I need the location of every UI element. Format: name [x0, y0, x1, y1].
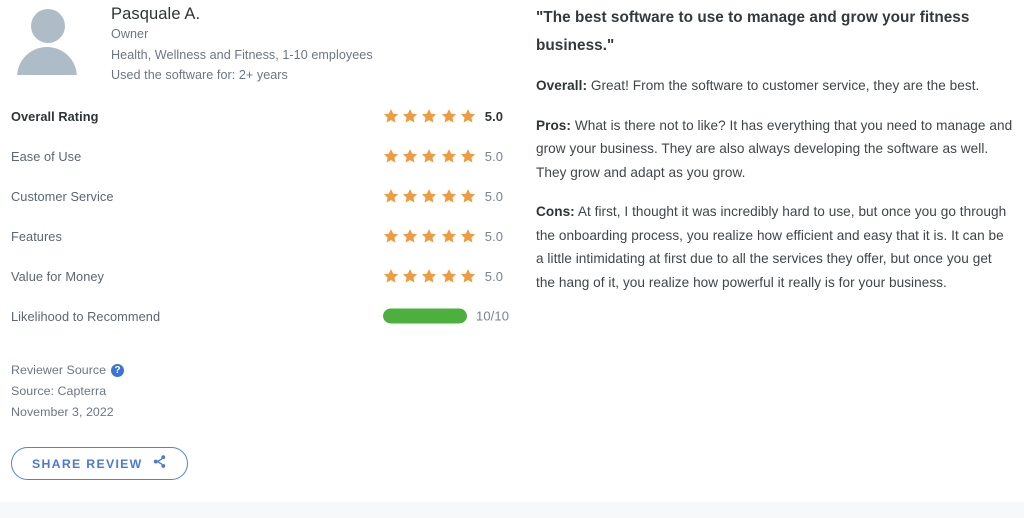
rating-row: Overall Rating5.0: [11, 96, 511, 136]
page-bottom-band: [0, 502, 1024, 518]
rating-value: 5.0: [485, 109, 511, 124]
ratings-list: Overall Rating5.0Ease of Use5.0Customer …: [11, 96, 511, 336]
rating-value-group: 5.0: [383, 268, 511, 284]
rating-value-group: 5.0: [383, 188, 511, 204]
reviewer-header: Pasquale A. Owner Health, Wellness and F…: [11, 0, 511, 84]
review-section-text: Great! From the software to customer ser…: [587, 78, 979, 93]
rating-value: 5.0: [485, 189, 511, 204]
review-date: November 3, 2022: [11, 402, 124, 423]
rating-value-group: 5.0: [383, 228, 511, 244]
rating-value: 5.0: [485, 229, 511, 244]
review-sections: Overall: Great! From the software to cus…: [536, 74, 1014, 294]
rating-value-group: 5.0: [383, 108, 511, 124]
review-section-label: Pros:: [536, 118, 571, 133]
reviewer-name: Pasquale A.: [111, 4, 373, 24]
star-rating: [383, 268, 476, 284]
review-section-label: Cons:: [536, 204, 575, 219]
recommend-meter: [383, 309, 467, 324]
review-section: Pros: What is there not to like? It has …: [536, 114, 1014, 185]
star-rating: [383, 228, 476, 244]
reviewer-details: Pasquale A. Owner Health, Wellness and F…: [111, 0, 373, 86]
review-section: Overall: Great! From the software to cus…: [536, 74, 1014, 98]
rating-row: Features5.0: [11, 216, 511, 256]
rating-row: Likelihood to Recommend10/10: [11, 296, 511, 336]
source-name: Source: Capterra: [11, 381, 124, 402]
rating-value: 5.0: [485, 149, 511, 164]
star-rating: [383, 148, 476, 164]
person-avatar-icon: [11, 4, 82, 75]
rating-value-group: 5.0: [383, 148, 511, 164]
review-section-text: What is there not to like? It has everyt…: [536, 118, 1012, 180]
share-review-button[interactable]: SHARE REVIEW: [11, 447, 188, 480]
review-source-block: Reviewer Source ? Source: Capterra Novem…: [11, 360, 124, 423]
help-icon[interactable]: ?: [111, 364, 124, 377]
reviewer-role: Owner: [111, 24, 373, 45]
review-meta-column: Pasquale A. Owner Health, Wellness and F…: [11, 0, 511, 84]
rating-value: 5.0: [485, 269, 511, 284]
review-title: "The best software to use to manage and …: [536, 4, 1014, 60]
reviewer-usage: Used the software for: 2+ years: [111, 65, 373, 86]
star-rating: [383, 188, 476, 204]
rating-row: Value for Money5.0: [11, 256, 511, 296]
recommend-meter-fill: [383, 309, 467, 324]
review-page: Pasquale A. Owner Health, Wellness and F…: [0, 0, 1024, 518]
rating-row: Ease of Use5.0: [11, 136, 511, 176]
rating-value-group: 10/10: [383, 309, 509, 324]
rating-value: 10/10: [476, 309, 509, 324]
share-icon: [152, 454, 167, 474]
share-review-label: SHARE REVIEW: [32, 457, 143, 471]
star-rating: [383, 108, 476, 124]
review-body-column: "The best software to use to manage and …: [536, 4, 1014, 294]
review-section-label: Overall:: [536, 78, 587, 93]
reviewer-source-row: Reviewer Source ?: [11, 360, 124, 381]
reviewer-industry: Health, Wellness and Fitness, 1-10 emplo…: [111, 45, 373, 66]
review-section: Cons: At first, I thought it was incredi…: [536, 200, 1014, 294]
rating-row: Customer Service5.0: [11, 176, 511, 216]
review-card: Pasquale A. Owner Health, Wellness and F…: [0, 0, 1024, 502]
review-section-text: At first, I thought it was incredibly ha…: [536, 204, 1006, 290]
reviewer-source-label: Reviewer Source: [11, 360, 106, 381]
